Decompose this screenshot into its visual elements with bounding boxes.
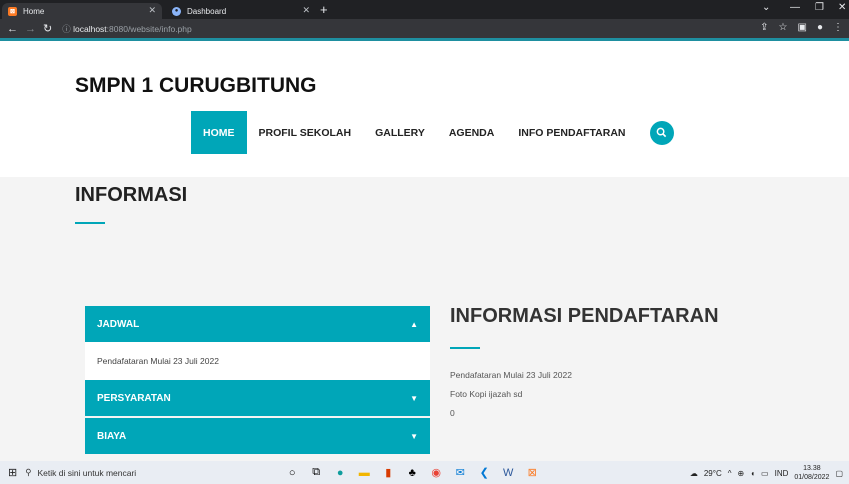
word-icon[interactable]: W bbox=[501, 467, 515, 479]
info-line: Pendafataran Mulai 23 Juli 2022 bbox=[450, 370, 572, 380]
clock[interactable]: 13.38 01/08/2022 bbox=[794, 464, 829, 482]
search-icon bbox=[656, 127, 667, 138]
task-view-icon[interactable]: ⧉ bbox=[309, 466, 323, 479]
accordion-header-biaya[interactable]: BIAYA ▼ bbox=[85, 418, 430, 454]
close-window-button[interactable]: ✕ bbox=[838, 2, 846, 13]
back-icon[interactable]: ← bbox=[7, 23, 18, 35]
new-tab-button[interactable]: + bbox=[320, 2, 328, 17]
accordion-header-persyaratan[interactable]: PERSYARATAN ▼ bbox=[85, 380, 430, 416]
chevron-up-icon[interactable]: ^ bbox=[728, 469, 732, 478]
battery-icon[interactable]: ▭ bbox=[761, 469, 769, 478]
tab-home[interactable]: ⊠ Home ✕ bbox=[2, 3, 162, 19]
tab-dashboard[interactable]: ● Dashboard ✕ bbox=[166, 3, 316, 19]
page-title: INFORMASI bbox=[75, 184, 188, 206]
website-viewport: SMPN 1 CURUGBITUNG HOME PROFIL SEKOLAH G… bbox=[0, 41, 849, 461]
info-pendaftaran-title: INFORMASI PENDAFTARAN bbox=[450, 305, 719, 327]
language-indicator[interactable]: IND bbox=[775, 469, 789, 478]
network-icon[interactable]: ⊕ bbox=[738, 469, 745, 478]
file-explorer-icon[interactable]: ▬ bbox=[357, 467, 371, 479]
accordion-title: JADWAL bbox=[97, 318, 140, 330]
tab-dashboard-label: Dashboard bbox=[187, 6, 227, 16]
weather-icon[interactable]: ☁ bbox=[690, 469, 698, 478]
clock-date: 01/08/2022 bbox=[794, 474, 830, 481]
caret-up-icon: ▲ bbox=[410, 319, 418, 329]
info-line: Foto Kopi ijazah sd bbox=[450, 389, 523, 399]
xampp-icon[interactable]: ⊠ bbox=[525, 466, 539, 479]
accordion: JADWAL ▲ Pendafataran Mulai 23 Juli 2022… bbox=[85, 306, 430, 454]
caret-down-icon: ▼ bbox=[410, 431, 418, 441]
taskbar-apps: ○ ⧉ ● ▬ ▮ ♣ ◉ ✉ ❮ W ⊠ bbox=[285, 466, 539, 479]
vscode-icon[interactable]: ❮ bbox=[477, 466, 491, 479]
clock-time: 13.38 bbox=[803, 465, 821, 472]
menu-home[interactable]: HOME bbox=[191, 111, 247, 154]
taskbar-search-placeholder: Ketik di sini untuk mencari bbox=[37, 467, 137, 478]
notification-icon[interactable]: ▢ bbox=[835, 469, 843, 478]
profile-icon[interactable]: ● bbox=[817, 22, 823, 33]
share-icon[interactable]: ⇪ bbox=[760, 22, 768, 33]
close-tab-icon[interactable]: ✕ bbox=[302, 5, 310, 16]
accordion-title: PERSYARATAN bbox=[97, 392, 171, 404]
bookmark-star-icon[interactable]: ☆ bbox=[779, 22, 788, 33]
accordion-title: BIAYA bbox=[97, 430, 127, 442]
menu-kebab-icon[interactable]: ⋮ bbox=[833, 22, 843, 33]
forward-icon[interactable]: → bbox=[25, 23, 36, 35]
menu-agenda[interactable]: AGENDA bbox=[437, 111, 507, 154]
site-brand[interactable]: SMPN 1 CURUGBITUNG bbox=[75, 74, 317, 98]
tab-home-label: Home bbox=[23, 6, 45, 16]
url-field[interactable]: ⓘ localhost:8080/website/info.php bbox=[62, 23, 192, 35]
weather-temp[interactable]: 29°C bbox=[704, 469, 722, 478]
browser-tab-strip: ⊠ Home ✕ ● Dashboard ✕ + ⌄ — ❐ ✕ bbox=[0, 0, 849, 19]
caret-down-icon: ▼ bbox=[410, 393, 418, 403]
info-icon: ⓘ bbox=[62, 23, 71, 34]
edge-icon[interactable]: ● bbox=[333, 467, 347, 479]
tab-search-icon[interactable]: ⌄ bbox=[762, 2, 770, 13]
volume-icon[interactable]: ◖ bbox=[750, 469, 755, 478]
reload-icon[interactable]: ↻ bbox=[43, 22, 52, 35]
office-icon[interactable]: ▮ bbox=[381, 466, 395, 479]
windows-taskbar: ⊞ ⚲ Ketik di sini untuk mencari ○ ⧉ ● ▬ … bbox=[0, 461, 849, 484]
main-menu: HOME PROFIL SEKOLAH GALLERY AGENDA INFO … bbox=[191, 111, 674, 154]
search-icon: ⚲ bbox=[25, 467, 32, 477]
side-panel-icon[interactable]: ▣ bbox=[798, 22, 807, 33]
mail-icon[interactable]: ✉ bbox=[453, 466, 467, 479]
cortana-icon[interactable]: ○ bbox=[285, 467, 299, 479]
info-line: 0 bbox=[450, 408, 455, 418]
system-tray: ☁ 29°C ^ ⊕ ◖ ▭ IND 13.38 01/08/2022 ▢ bbox=[690, 464, 843, 482]
menu-info-pendaftaran[interactable]: INFO PENDAFTARAN bbox=[506, 111, 637, 154]
search-button[interactable] bbox=[649, 120, 674, 145]
close-tab-icon[interactable]: ✕ bbox=[148, 5, 156, 16]
right-title-underline bbox=[450, 347, 480, 349]
address-bar: ← → ↻ ⓘ localhost:8080/website/info.php … bbox=[0, 19, 849, 38]
accordion-header-jadwal[interactable]: JADWAL ▲ bbox=[85, 306, 430, 342]
xampp-icon: ⊠ bbox=[8, 6, 17, 16]
minimize-button[interactable]: — bbox=[790, 2, 800, 13]
restore-button[interactable]: ❐ bbox=[815, 2, 824, 13]
chrome-icon[interactable]: ◉ bbox=[429, 466, 443, 479]
title-underline bbox=[75, 222, 105, 224]
url-host: localhost bbox=[73, 23, 107, 34]
taskbar-search[interactable]: ⚲ Ketik di sini untuk mencari bbox=[25, 461, 240, 484]
app-icon[interactable]: ♣ bbox=[405, 467, 419, 479]
windows-start-icon[interactable]: ⊞ bbox=[8, 466, 17, 479]
globe-icon: ● bbox=[172, 6, 181, 16]
menu-profil-sekolah[interactable]: PROFIL SEKOLAH bbox=[247, 111, 364, 154]
accordion-body-jadwal: Pendafataran Mulai 23 Juli 2022 bbox=[85, 342, 430, 380]
menu-gallery[interactable]: GALLERY bbox=[363, 111, 437, 154]
url-path: :8080/website/info.php bbox=[106, 23, 192, 34]
